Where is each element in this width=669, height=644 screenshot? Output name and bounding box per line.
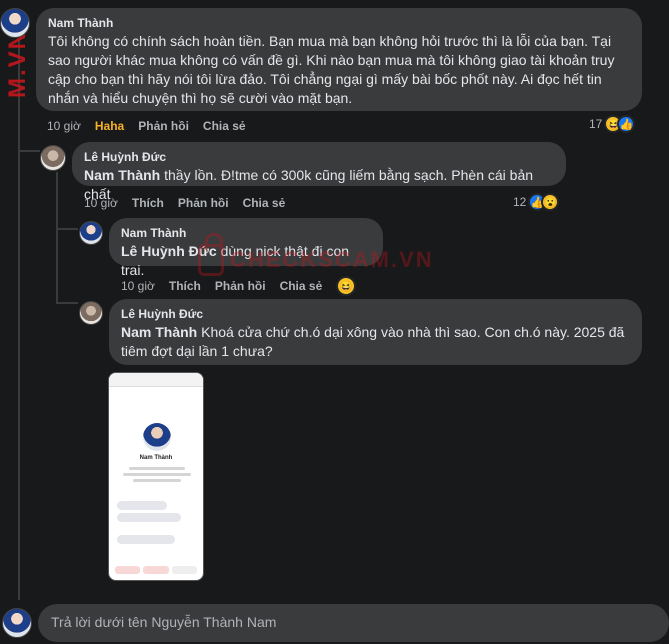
wow-icon: 😮 — [541, 193, 560, 211]
reply-input[interactable]: Trả lời dưới tên Nguyễn Thành Nam — [38, 604, 669, 642]
reply-button[interactable]: Phản hồi — [178, 196, 229, 210]
thread-line — [18, 150, 40, 152]
profile-name: Nam Thành — [139, 455, 173, 461]
comment-actions: 10 giờ Thích Phản hồi Chia sẻ 😆 — [121, 276, 357, 296]
thread-line — [18, 40, 20, 600]
reaction-count: 12 — [513, 195, 527, 209]
comment-actions: 10 giờ Haha Phản hồi Chia sẻ — [47, 119, 246, 133]
reply-button[interactable]: Phản hồi — [138, 119, 189, 133]
chat-message — [117, 501, 167, 510]
avatar[interactable] — [79, 301, 103, 325]
placeholder-line — [123, 473, 191, 476]
share-button[interactable]: Chia sẻ — [280, 279, 323, 293]
reaction-count: 17 — [589, 117, 603, 131]
phone-button — [143, 566, 169, 574]
placeholder-line — [129, 467, 185, 470]
phone-button — [171, 566, 197, 574]
comment-author[interactable]: Nam Thành — [121, 226, 371, 240]
profile-avatar — [143, 423, 171, 451]
reaction-summary[interactable]: 17 😆 👍 — [589, 115, 636, 133]
phone-status-bar — [109, 373, 203, 387]
thread-line — [56, 172, 58, 302]
comment-actions: 10 giờ Thích Phản hồi Chia sẻ — [84, 196, 285, 210]
comment-text: Nam Thành Khoá cửa chứ ch.ó dại xông vào… — [121, 323, 630, 361]
like-icon: 👍 — [617, 115, 636, 133]
comment-bubble: Lê Huỳnh Đức Nam Thành Khoá cửa chứ ch.ó… — [109, 299, 642, 365]
comment-author[interactable]: Lê Huỳnh Đức — [84, 150, 554, 164]
placeholder-line — [133, 479, 181, 482]
avatar[interactable] — [79, 221, 103, 245]
comment-time[interactable]: 10 giờ — [47, 119, 81, 133]
like-button[interactable]: Thích — [132, 196, 164, 210]
comment-bubble: Nam Thành Lê Huỳnh Đức dùng nick thật đi… — [109, 218, 383, 278]
mention-link[interactable]: Nam Thành — [121, 324, 197, 340]
comment-text: Lê Huỳnh Đức dùng nick thật đi con trai. — [121, 242, 371, 280]
avatar[interactable] — [0, 8, 30, 38]
avatar[interactable] — [40, 145, 66, 171]
side-watermark: M.VN — [4, 30, 31, 98]
comment-bubble: Lê Huỳnh Đức Nam Thành thầy lồn. Đ!tme c… — [72, 142, 566, 202]
share-button[interactable]: Chia sẻ — [243, 196, 286, 210]
share-button[interactable]: Chia sẻ — [203, 119, 246, 133]
thread-line — [56, 302, 78, 304]
phone-buttons — [115, 566, 197, 574]
comment-time[interactable]: 10 giờ — [121, 279, 155, 293]
comment-author[interactable]: Lê Huỳnh Đức — [121, 307, 630, 321]
comment-time[interactable]: 10 giờ — [84, 196, 118, 210]
chat-message — [117, 535, 175, 544]
comment-bubble: Nam Thành Tôi không có chính sách hoàn t… — [36, 8, 642, 111]
comment-text: Tôi không có chính sách hoàn tiền. Bạn m… — [48, 33, 615, 106]
attached-screenshot[interactable]: Nam Thành — [108, 372, 204, 581]
current-user-avatar — [2, 608, 32, 638]
thread-line — [56, 228, 78, 230]
mention-link[interactable]: Nam Thành — [84, 167, 160, 183]
phone-button — [115, 566, 141, 574]
like-button[interactable]: Thích — [169, 279, 201, 293]
reply-button[interactable]: Phản hồi — [215, 279, 266, 293]
comment-body: Khoá cửa chứ ch.ó dại xông vào nhà thì s… — [121, 324, 625, 359]
comment-author[interactable]: Nam Thành — [48, 16, 630, 30]
chat-message — [117, 513, 181, 522]
haha-icon[interactable]: 😆 — [336, 276, 357, 296]
reaction-button[interactable]: Haha — [95, 119, 124, 133]
reaction-summary[interactable]: 12 👍 😮 — [513, 193, 560, 211]
mention-link[interactable]: Lê Huỳnh Đức — [121, 243, 217, 259]
